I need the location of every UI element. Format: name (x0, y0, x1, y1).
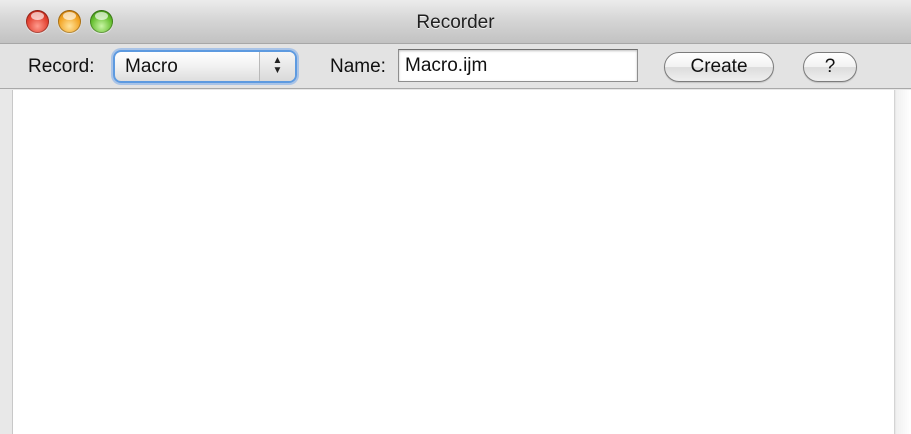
record-type-select[interactable]: Macro ▲ ▼ (113, 50, 297, 83)
record-type-value: Macro (125, 56, 178, 77)
create-button[interactable]: Create (664, 52, 774, 82)
toolbar: Record: Macro ▲▼ Name: Create ? (0, 44, 911, 89)
up-down-arrows-icon: ▲ ▼ (259, 52, 295, 81)
recorder-window: Recorder Record: Macro ▲▼ Name: Create ? (0, 0, 911, 434)
help-button[interactable]: ? (803, 52, 857, 82)
name-input[interactable] (398, 49, 638, 82)
recorder-text-area[interactable] (12, 90, 895, 434)
name-label: Name: (330, 56, 386, 77)
record-label: Record: (28, 56, 95, 77)
window-title: Recorder (416, 12, 495, 33)
window-right-edge (896, 90, 911, 434)
title-bar[interactable]: Recorder (0, 0, 911, 44)
